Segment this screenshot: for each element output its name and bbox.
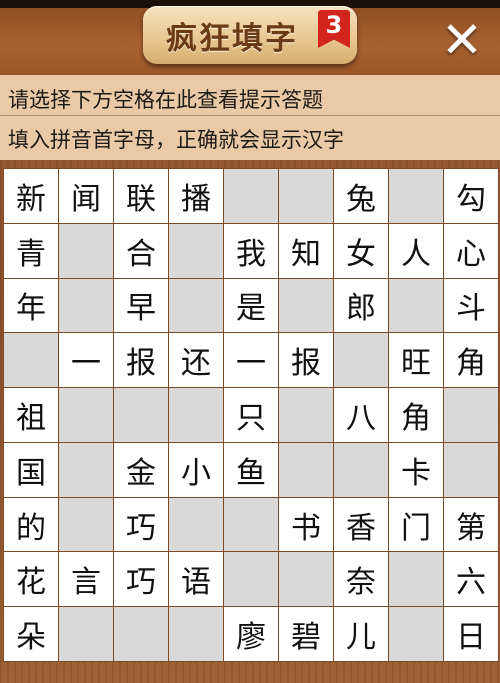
grid-cell-filled[interactable]: 小 [169,442,223,497]
grid-cell-empty[interactable] [59,388,113,442]
grid-cell-empty[interactable] [389,607,443,661]
grid-cell-filled[interactable]: 报 [114,333,168,388]
grid-cell-filled[interactable]: 朵 [4,607,58,661]
grid-cell-filled[interactable]: 国 [4,442,58,497]
grid-cell-filled[interactable]: 只 [224,388,278,442]
grid-cell-empty[interactable] [169,278,223,333]
hint-instruction-input: 填入拼音首字母，正确就会显示汉字 [8,128,344,152]
grid-cell-filled[interactable]: 人 [389,223,443,278]
grid-cell-filled[interactable]: 第 [444,497,498,552]
grid-cell-filled[interactable]: 香 [334,497,388,552]
grid-cell-filled[interactable]: 角 [444,333,498,388]
grid-cell-filled[interactable]: 的 [4,497,58,552]
grid-cell-filled[interactable]: 六 [444,552,498,607]
grid-cell-empty[interactable] [169,388,223,442]
grid-cell-filled[interactable]: 八 [334,388,388,442]
grid-cell-filled[interactable]: 还 [169,333,223,388]
hint-divider [0,115,500,116]
grid-cell-empty[interactable] [59,442,113,497]
grid-cell-filled[interactable]: 一 [224,333,278,388]
grid-cell-empty[interactable] [334,333,388,388]
grid-cell-empty[interactable] [389,169,443,223]
game-title: 疯狂填字 [166,21,298,57]
grid-cell-empty[interactable] [169,607,223,661]
grid-cell-filled[interactable]: 金 [114,442,168,497]
grid-cell-filled[interactable]: 语 [169,552,223,607]
hint-panel: 请选择下方空格在此查看提示答题 填入拼音首字母，正确就会显示汉字 [0,75,500,160]
grid-cell-empty[interactable] [279,388,333,442]
grid-cell-filled[interactable]: 我 [224,223,278,278]
grid-cell-filled[interactable]: 闻 [59,169,113,223]
grid-cell-empty[interactable] [224,169,278,223]
grid-cell-filled[interactable]: 花 [4,552,58,607]
grid-cell-filled[interactable]: 新 [4,169,58,223]
grid-cell-filled[interactable]: 青 [4,223,58,278]
grid-cell-empty[interactable] [389,552,443,607]
grid-cell-filled[interactable]: 联 [114,169,168,223]
grid-cell-empty[interactable] [279,442,333,497]
grid-cell-filled[interactable]: 年 [4,278,58,333]
grid-cell-filled[interactable]: 巧 [114,497,168,552]
grid-cell-empty[interactable] [279,278,333,333]
grid-cell-empty[interactable] [279,169,333,223]
grid-cell-filled[interactable]: 早 [114,278,168,333]
grid-cell-empty[interactable] [114,388,168,442]
grid-cell-filled[interactable]: 旺 [389,333,443,388]
grid-cell-filled[interactable]: 巧 [114,552,168,607]
crossword-grid: 新闻联播兔勾青合我知女人心年早是郎斗一报还一报旺角祖只八角国金小鱼卡的巧书香门第… [3,168,499,662]
grid-cell-filled[interactable]: 言 [59,552,113,607]
grid-cell-empty[interactable] [224,552,278,607]
grid-cell-filled[interactable]: 兔 [334,169,388,223]
grid-cell-filled[interactable]: 心 [444,223,498,278]
grid-cell-filled[interactable]: 碧 [279,607,333,661]
grid-cell-filled[interactable]: 郎 [334,278,388,333]
grid-cell-empty[interactable] [59,278,113,333]
grid-cell-filled[interactable]: 卡 [389,442,443,497]
grid-cell-filled[interactable]: 书 [279,497,333,552]
grid-cell-filled[interactable]: 一 [59,333,113,388]
grid-cell-filled[interactable]: 勾 [444,169,498,223]
grid-cell-filled[interactable]: 日 [444,607,498,661]
grid-cell-empty[interactable] [59,223,113,278]
grid-cell-filled[interactable]: 奈 [334,552,388,607]
grid-cell-empty[interactable] [334,442,388,497]
grid-cell-filled[interactable]: 报 [279,333,333,388]
grid-cell-filled[interactable]: 女 [334,223,388,278]
grid-cell-empty[interactable] [444,388,498,442]
grid-cell-filled[interactable]: 儿 [334,607,388,661]
grid-cell-empty[interactable] [389,278,443,333]
grid-cell-empty[interactable] [444,442,498,497]
header-bar: 疯狂填字 3 ✕ [0,0,500,75]
grid-cell-filled[interactable]: 角 [389,388,443,442]
close-icon: ✕ [441,11,483,69]
close-button[interactable]: ✕ [434,14,490,66]
grid-cell-filled[interactable]: 知 [279,223,333,278]
grid-cell-filled[interactable]: 斗 [444,278,498,333]
grid-cell-empty[interactable] [279,552,333,607]
hint-instruction-select: 请选择下方空格在此查看提示答题 [8,88,323,112]
grid-cell-filled[interactable]: 鱼 [224,442,278,497]
grid-cell-filled[interactable]: 门 [389,497,443,552]
grid-cell-filled[interactable]: 祖 [4,388,58,442]
grid-cell-filled[interactable]: 廖 [224,607,278,661]
grid-cell-empty[interactable] [4,333,58,388]
grid-cell-filled[interactable]: 是 [224,278,278,333]
grid-cell-empty[interactable] [169,497,223,552]
grid-cell-filled[interactable]: 播 [169,169,223,223]
grid-cell-empty[interactable] [224,497,278,552]
grid-cell-empty[interactable] [114,607,168,661]
grid-cell-empty[interactable] [59,497,113,552]
grid-cell-filled[interactable]: 合 [114,223,168,278]
grid-cell-empty[interactable] [59,607,113,661]
grid-cell-empty[interactable] [169,223,223,278]
